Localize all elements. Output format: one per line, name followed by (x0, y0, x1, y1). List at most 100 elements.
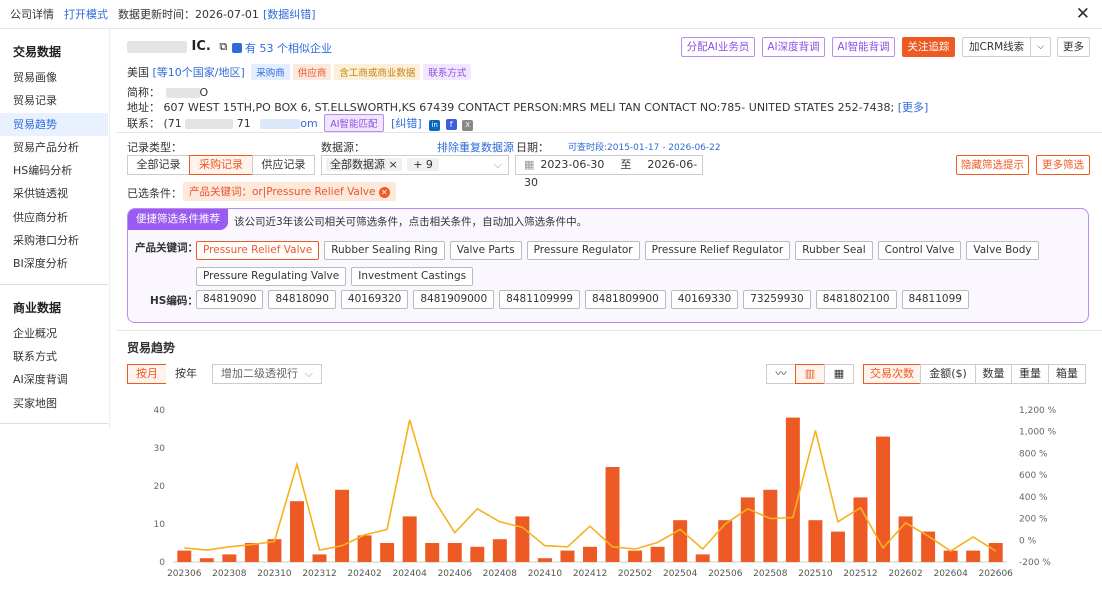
sidebar-item-items1-4[interactable]: HS编码分析 (0, 159, 108, 182)
period-month-tab[interactable]: 按月 (127, 364, 167, 384)
add-crm-button[interactable]: 加CRM线索 ⌵ (962, 37, 1051, 57)
bar-chart-icon[interactable]: ▥ (795, 364, 825, 384)
bar-202405[interactable] (425, 543, 440, 562)
remove-chip-icon[interactable]: ✕ (378, 187, 390, 198)
assign-ai-salesperson-button[interactable]: 分配AI业务员 (681, 37, 755, 57)
sidebar-item-items1-7[interactable]: 采购港口分析 (0, 229, 108, 252)
ai-smart-check-button[interactable]: AI智能背调 (832, 37, 895, 57)
bar-202311[interactable] (289, 501, 304, 562)
metric-tab-1[interactable]: 金额($) (920, 364, 976, 384)
record-type-purchase[interactable]: 采购记录 (189, 155, 253, 175)
bar-202502[interactable] (628, 550, 643, 562)
keyword-chip[interactable]: Pressure Relief Regulator (644, 241, 791, 260)
bar-202604[interactable] (943, 550, 958, 562)
more-button[interactable]: 更多 (1057, 37, 1090, 57)
copy-icon[interactable]: ⧉ (219, 40, 227, 53)
metric-tab-2[interactable]: 数量 (975, 364, 1012, 384)
sidebar-item-items1-6[interactable]: 供应商分析 (0, 206, 108, 229)
follow-button[interactable]: 关注追踪 (902, 37, 955, 57)
sidebar-item-items2-3[interactable]: 买家地图 (0, 392, 108, 415)
date-range-input[interactable]: ▦ 2023-06-30 至 2026-06-30 (515, 155, 703, 189)
x-twitter-icon[interactable]: X (462, 120, 474, 131)
pivot-select[interactable]: 增加二级透视行 ⌵ (212, 364, 322, 384)
bar-202606[interactable] (988, 543, 1003, 562)
keyword-chip[interactable]: Pressure Relief Valve (196, 241, 320, 260)
facebook-icon[interactable]: f (445, 119, 457, 130)
source-select[interactable]: 全部数据源 × + 9 ⌵ (321, 155, 509, 175)
ai-deep-check-button[interactable]: AI深度背调 (762, 37, 825, 57)
bar-202404[interactable] (402, 516, 417, 562)
hs-code-chip[interactable]: 8481909000 (413, 290, 495, 309)
keyword-chip[interactable]: Valve Body (966, 241, 1039, 260)
bar-202411[interactable] (560, 550, 575, 562)
bar-202510[interactable] (808, 520, 823, 562)
correct-link[interactable]: [纠错] (391, 117, 422, 130)
keyword-chip[interactable]: Investment Castings (351, 267, 474, 286)
hs-code-chip[interactable]: 84818090 (268, 290, 336, 309)
bar-202408[interactable] (492, 539, 507, 562)
sidebar-item-items2-2[interactable]: AI深度背调 (0, 368, 108, 391)
address-more-link[interactable]: [更多] (898, 101, 929, 114)
bar-202505[interactable] (695, 554, 710, 562)
metric-tab-0[interactable]: 交易次数 (863, 364, 921, 384)
bar-202507[interactable] (740, 497, 755, 562)
ai-match-button[interactable]: AI智能匹配 (324, 114, 384, 132)
bar-202407[interactable] (470, 546, 485, 562)
sidebar-item-items1-3[interactable]: 贸易产品分析 (0, 136, 108, 159)
bar-202403[interactable] (380, 543, 395, 562)
sidebar-item-items1-1[interactable]: 贸易记录 (0, 89, 108, 112)
record-type-all[interactable]: 全部记录 (127, 155, 190, 175)
bar-202511[interactable] (830, 531, 845, 562)
bar-202406[interactable] (447, 543, 462, 562)
keyword-chip[interactable]: Rubber Seal (795, 241, 873, 260)
hs-code-chip[interactable]: 73259930 (743, 290, 811, 309)
metric-tab-4[interactable]: 箱量 (1048, 364, 1086, 384)
period-year-tab[interactable]: 按年 (166, 364, 206, 384)
bar-202306[interactable] (177, 550, 192, 562)
bar-202503[interactable] (650, 546, 665, 562)
bar-202409[interactable] (515, 516, 530, 562)
sidebar-item-items2-0[interactable]: 企业概况 (0, 322, 108, 345)
keyword-chip[interactable]: Pressure Regulator (526, 241, 640, 260)
sidebar-item-items1-2[interactable]: 贸易趋势 (0, 112, 108, 136)
record-type-supply[interactable]: 供应记录 (252, 155, 315, 175)
keyword-chip[interactable]: Pressure Regulating Valve (196, 267, 347, 286)
sidebar-item-items1-5[interactable]: 采供链透视 (0, 182, 108, 205)
hs-code-chip[interactable]: 8481109999 (499, 290, 580, 309)
hide-filter-tip-button[interactable]: 隐藏筛选提示 (956, 155, 1029, 175)
bar-202509[interactable] (785, 417, 800, 562)
selected-chip[interactable]: 产品关键词：or|Pressure Relief Valve ✕ (183, 182, 396, 201)
close-icon[interactable]: ✕ (1076, 4, 1090, 24)
more-filters-button[interactable]: 更多筛选 (1036, 155, 1090, 175)
keyword-chip[interactable]: Rubber Sealing Ring (324, 241, 445, 260)
hs-code-chip[interactable]: 40169330 (670, 290, 739, 309)
linkedin-icon[interactable]: in (429, 120, 441, 131)
bar-202508[interactable] (763, 489, 778, 562)
data-error-link[interactable]: [数据纠错] (263, 6, 316, 22)
hs-code-chip[interactable]: 8481809900 (584, 290, 666, 309)
sidebar-item-items2-1[interactable]: 联系方式 (0, 345, 108, 368)
contact-email[interactable]: om (300, 117, 317, 130)
bar-202410[interactable] (537, 558, 552, 562)
dedupe-link[interactable]: 排除重复数据源 (437, 139, 514, 155)
open-mode-link[interactable]: 打开模式 (64, 6, 108, 22)
bar-202506[interactable] (718, 520, 733, 562)
bar-202504[interactable] (673, 520, 688, 562)
hs-code-chip[interactable]: 40169320 (340, 290, 409, 309)
hs-code-chip[interactable]: 84811099 (901, 290, 969, 309)
country-more-link[interactable]: [等10个国家/地区] (153, 66, 245, 79)
similar-companies-link[interactable]: 有 53 个相似企业 (232, 40, 332, 56)
bar-202308[interactable] (222, 554, 237, 562)
keyword-chip[interactable]: Valve Parts (449, 241, 522, 260)
chevron-down-icon[interactable]: ⌵ (1030, 38, 1050, 56)
bar-202605[interactable] (966, 550, 981, 562)
bar-202307[interactable] (199, 558, 214, 562)
hs-code-chip[interactable]: 84819090 (196, 290, 264, 309)
metric-tab-3[interactable]: 重量 (1011, 364, 1049, 384)
sidebar-item-items1-8[interactable]: BI深度分析 (0, 252, 108, 275)
hs-code-chip[interactable]: 8481802100 (815, 290, 897, 309)
bar-202412[interactable] (583, 546, 597, 562)
bar-202402[interactable] (357, 535, 372, 562)
sidebar-item-items1-0[interactable]: 贸易画像 (0, 66, 108, 89)
bar-202401[interactable] (335, 489, 350, 562)
